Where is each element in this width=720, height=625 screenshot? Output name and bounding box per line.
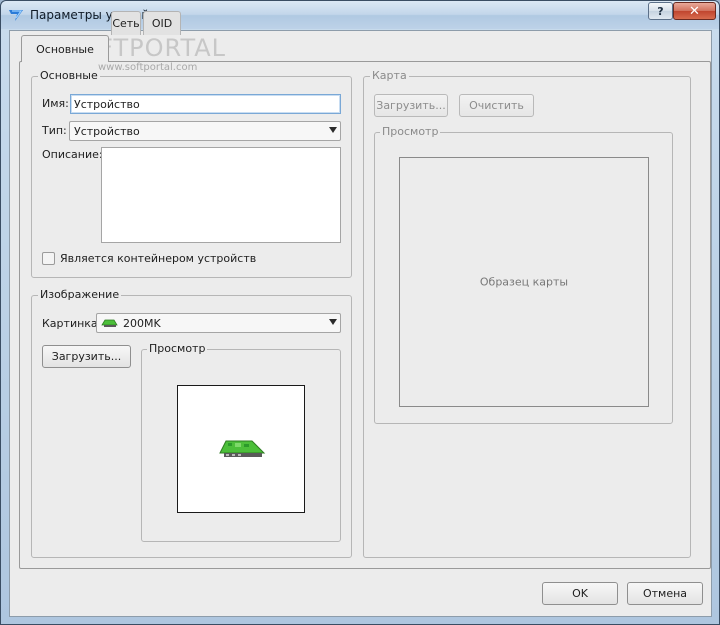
ok-button[interactable]: OK [542, 582, 618, 605]
app-logo-icon [9, 10, 23, 21]
map-sample-text: Образец карты [479, 275, 569, 289]
description-label: Описание: [42, 148, 103, 161]
chevron-down-icon [329, 127, 337, 133]
image-group-legend: Изображение [38, 288, 122, 301]
map-clear-button[interactable]: Очистить [459, 94, 534, 117]
tab-basic-label: Основные [36, 42, 94, 56]
picture-label: Картинка [42, 317, 98, 330]
picture-select[interactable]: 200MK [96, 313, 341, 333]
image-preview-box [177, 385, 305, 513]
description-textarea[interactable] [101, 147, 341, 243]
name-input[interactable] [70, 94, 341, 114]
device-settings-dialog: Параметры устройства ? ✕ Сеть OID Основн… [0, 0, 720, 625]
tab-oid-label: OID [151, 17, 173, 30]
tab-oid[interactable]: OID [143, 11, 181, 35]
container-checkbox-label: Является контейнером устройств [60, 252, 257, 265]
chevron-down-icon [329, 319, 337, 325]
tab-network[interactable]: Сеть [111, 11, 141, 35]
title-bar[interactable]: Параметры устройства ? ✕ [1, 1, 719, 29]
map-group-legend: Карта [370, 69, 409, 82]
watermark-url: www.softportal.com [98, 62, 198, 73]
device-board-icon [219, 440, 266, 457]
picture-select-value: 200MK [123, 316, 161, 330]
device-board-icon [101, 319, 118, 327]
map-load-button[interactable]: Загрузить... [374, 94, 448, 117]
map-preview-box: Образец карты [399, 157, 649, 407]
tab-basic[interactable]: Основные [21, 35, 109, 62]
type-label: Тип: [42, 124, 67, 137]
map-preview-legend: Просмотр [380, 125, 441, 138]
help-button[interactable]: ? [648, 2, 673, 20]
basic-group-legend: Основные [38, 69, 100, 82]
image-load-button[interactable]: Загрузить... [42, 345, 131, 368]
type-select-value: Устройство [74, 124, 140, 138]
name-label: Имя: [42, 97, 69, 110]
container-checkbox[interactable] [42, 252, 55, 265]
tab-network-label: Сеть [112, 17, 140, 30]
close-button[interactable]: ✕ [673, 2, 716, 20]
type-select[interactable]: Устройство [69, 121, 341, 141]
cancel-button[interactable]: Отмена [627, 582, 703, 605]
image-preview-legend: Просмотр [147, 342, 208, 355]
